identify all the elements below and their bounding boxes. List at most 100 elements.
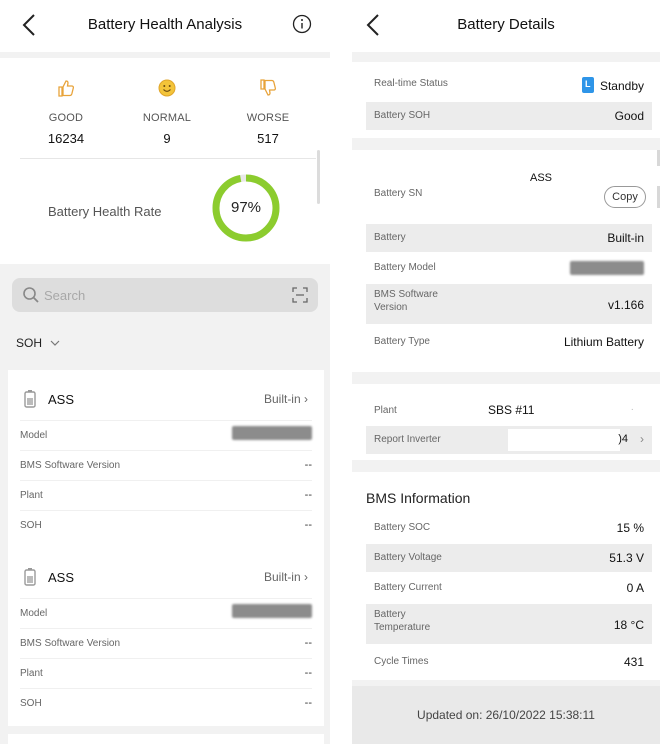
row-key-line1: BMS Software xyxy=(374,289,438,300)
row-key: Report Inverter xyxy=(374,434,441,445)
cycle-times-row: Cycle Times 431 xyxy=(366,648,652,676)
divider xyxy=(20,158,316,159)
health-rate-value: 97% xyxy=(230,199,262,216)
row-key: Battery xyxy=(374,232,406,243)
card-row-plant: Plant -- xyxy=(20,658,312,688)
updated-footer: Updated on: 26/10/2022 15:38:11 xyxy=(352,686,660,744)
battery-temperature-row: Battery Temperature 18 °C xyxy=(366,604,652,644)
battery-voltage-row: Battery Voltage 51.3 V xyxy=(366,544,652,572)
standby-icon xyxy=(581,77,594,93)
health-rate-label: Battery Health Rate xyxy=(48,204,162,219)
row-key: Plant xyxy=(374,405,397,416)
search-bar[interactable] xyxy=(12,278,318,312)
row-value: -- xyxy=(304,667,312,679)
bms-version-row: BMS Software Version v1.166 xyxy=(366,284,652,324)
battery-sn-value: ASS xyxy=(530,172,553,184)
row-key: Battery Model xyxy=(374,262,436,273)
battery-card[interactable]: ASS Built-in › Model BMS Software Versio… xyxy=(8,370,324,548)
row-key: Cycle Times xyxy=(374,656,429,667)
updated-timestamp: Updated on: 26/10/2022 15:38:11 xyxy=(417,708,595,722)
stat-label: WORSE xyxy=(246,112,290,124)
redacted-serial xyxy=(74,568,182,588)
row-value: Standby xyxy=(581,77,644,93)
thumbs-down-icon xyxy=(218,76,318,100)
battery-type-label: Built-in xyxy=(263,392,301,406)
scroll-indicator[interactable] xyxy=(317,150,320,204)
battery-icon xyxy=(24,390,36,408)
card-row-bms: BMS Software Version -- xyxy=(20,628,312,658)
row-key: Battery Temperature xyxy=(374,608,430,634)
stat-label: GOOD xyxy=(48,112,84,124)
row-value: -- xyxy=(304,637,312,649)
page-title: Battery Health Analysis xyxy=(87,16,243,33)
stat-value: 16234 xyxy=(47,131,85,146)
battery-type[interactable]: Built-in › xyxy=(264,392,308,406)
row-value: 0 A xyxy=(626,581,644,595)
card-row-model: Model xyxy=(20,420,312,450)
row-value: -- xyxy=(304,697,312,709)
row-value: Good xyxy=(614,109,644,123)
stat-normal[interactable]: NORMAL 9 xyxy=(117,76,217,146)
row-key-line2: Temperature xyxy=(374,622,431,633)
redacted-model xyxy=(570,261,644,275)
bms-section-title: BMS Information xyxy=(366,490,471,506)
info-icon xyxy=(292,14,312,34)
stat-good[interactable]: GOOD 16234 xyxy=(16,76,116,146)
row-key: Battery SOC xyxy=(374,522,431,533)
row-key: Plant xyxy=(20,490,43,501)
redacted-model xyxy=(232,426,312,440)
stat-value: 517 xyxy=(257,131,279,146)
row-value: )4 xyxy=(618,433,628,445)
row-value: 51.3 V xyxy=(609,551,644,565)
card-row-bms: BMS Software Version -- xyxy=(20,450,312,480)
redacted-model xyxy=(232,604,312,618)
row-key: SOH xyxy=(20,520,42,531)
row-key: BMS Software Version xyxy=(20,638,121,649)
card-row-plant: Plant -- xyxy=(20,480,312,510)
row-value: Lithium Battery xyxy=(563,335,644,349)
battery-row: Battery Built-in xyxy=(366,224,652,252)
header: Battery Details xyxy=(352,0,660,52)
battery-name: ASS xyxy=(48,392,75,407)
row-value: -- xyxy=(304,519,312,531)
row-value: 18 °C xyxy=(613,618,644,632)
card-row-model: Model xyxy=(20,598,312,628)
report-inverter-row[interactable]: Report Inverter )4 › xyxy=(366,426,652,454)
sort-dropdown[interactable]: SOH xyxy=(16,336,60,350)
copy-button[interactable]: Copy xyxy=(604,186,646,208)
realtime-status-row: Real-time Status Standby xyxy=(366,70,652,98)
battery-details-screen: Battery Details Real-time Status Standby… xyxy=(352,0,660,744)
search-input[interactable] xyxy=(44,278,274,312)
info-button[interactable] xyxy=(292,14,312,34)
battery-card[interactable]: ASS Built-in › Model BMS Software Versio… xyxy=(8,548,324,726)
card-row-soh: SOH -- xyxy=(20,510,312,540)
battery-soc-row: Battery SOC 15 % xyxy=(366,514,652,542)
redacted-inverter xyxy=(508,429,620,451)
stat-worse[interactable]: WORSE 517 xyxy=(218,76,318,146)
battery-icon xyxy=(24,568,36,586)
row-value: v1.166 xyxy=(607,298,644,312)
row-value: -- xyxy=(304,459,312,471)
battery-sn-label: Battery SN xyxy=(374,188,423,199)
row-key: BMS Software Version xyxy=(374,288,438,314)
stat-label: NORMAL xyxy=(142,112,192,124)
battery-name: ASS xyxy=(48,570,75,585)
sort-label: SOH xyxy=(16,336,43,350)
redacted-serial xyxy=(74,390,182,410)
row-key: BMS Software Version xyxy=(20,460,121,471)
page-title: Battery Details xyxy=(457,16,555,33)
chevron-right-icon: › xyxy=(304,392,308,406)
scan-icon[interactable] xyxy=(292,287,308,303)
row-key: Model xyxy=(20,430,48,441)
battery-type[interactable]: Built-in › xyxy=(264,570,308,584)
battery-current-row: Battery Current 0 A xyxy=(366,574,652,602)
battery-soh-row: Battery SOH Good xyxy=(366,102,652,130)
row-key: Battery Voltage xyxy=(374,552,442,563)
health-summary-card: GOOD 16234 NORMAL 9 WORSE 517 Battery He… xyxy=(0,58,330,264)
header: Battery Health Analysis xyxy=(0,0,330,52)
row-key: Battery Current xyxy=(374,582,442,593)
row-value: Built-in xyxy=(607,231,644,245)
thumbs-up-icon xyxy=(16,76,116,100)
search-icon xyxy=(23,287,39,303)
row-key: Battery Type xyxy=(374,336,430,347)
